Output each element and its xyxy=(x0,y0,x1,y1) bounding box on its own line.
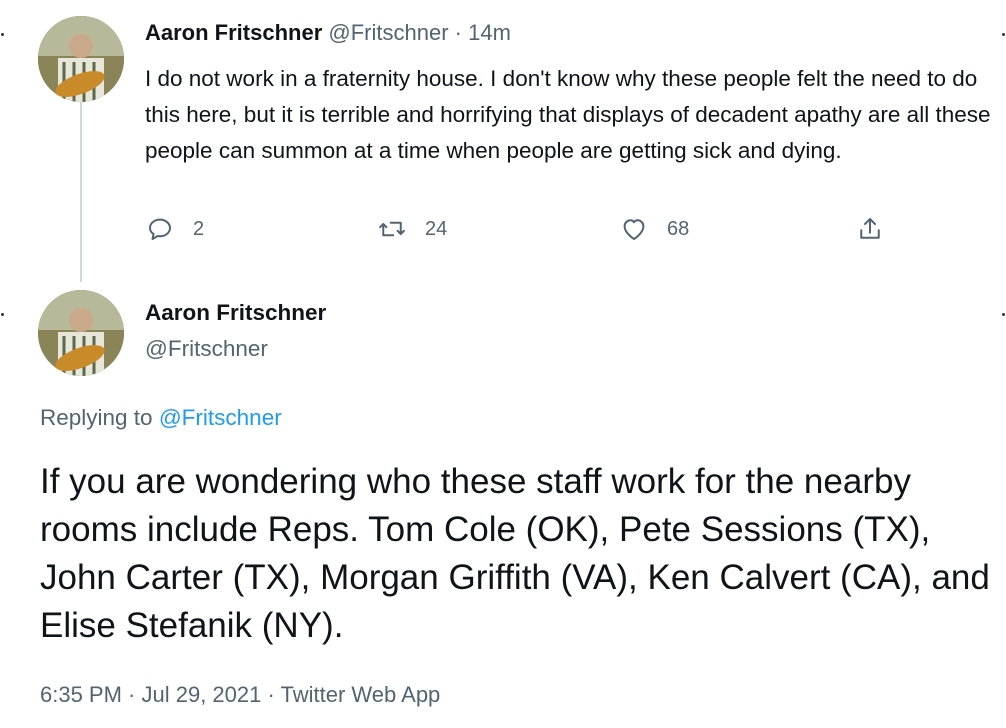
edge-marker xyxy=(1002,313,1005,316)
edge-marker xyxy=(1002,33,1005,36)
avatar-photo xyxy=(38,290,124,376)
replying-to: Replying to @Fritschner xyxy=(40,405,282,431)
tweet-timestamp[interactable]: 6:35 PM · Jul 29, 2021 · Twitter Web App xyxy=(40,682,440,708)
reply-button[interactable]: 2 xyxy=(145,214,204,244)
avatar[interactable] xyxy=(38,290,124,376)
share-icon xyxy=(860,218,880,239)
author-name[interactable]: Aaron Fritschner xyxy=(145,300,326,326)
author-handle[interactable]: @Fritschner xyxy=(145,336,268,362)
edge-marker xyxy=(1,313,4,316)
tweet-text: I do not work in a fraternity house. I d… xyxy=(145,66,991,163)
retweet-count: 24 xyxy=(425,217,448,240)
like-button[interactable]: 68 xyxy=(619,214,689,244)
separator-dot: · xyxy=(454,20,462,45)
retweet-icon xyxy=(379,221,405,237)
tweet-header: Aaron Fritschner @Fritschner · 14m xyxy=(145,20,511,46)
author-handle[interactable]: @Fritschner xyxy=(328,20,448,45)
thread-connector-line xyxy=(80,100,82,282)
tweet-text: If you are wondering who these staff wor… xyxy=(40,462,990,645)
avatar[interactable] xyxy=(38,16,124,102)
like-count: 68 xyxy=(667,217,690,240)
replying-to-link[interactable]: @Fritschner xyxy=(159,405,282,430)
replying-to-label: Replying to xyxy=(40,405,153,430)
comment-icon xyxy=(149,218,171,240)
share-button[interactable] xyxy=(855,214,885,244)
reply-count: 2 xyxy=(193,217,205,240)
retweet-button[interactable]: 24 xyxy=(377,214,447,244)
edge-marker xyxy=(1,33,4,36)
heart-icon xyxy=(623,219,645,240)
tweet-action-bar: 2 24 68 xyxy=(145,214,905,254)
author-name[interactable]: Aaron Fritschner xyxy=(145,20,322,45)
tweet-time[interactable]: 14m xyxy=(468,20,511,45)
avatar-photo xyxy=(38,16,124,102)
